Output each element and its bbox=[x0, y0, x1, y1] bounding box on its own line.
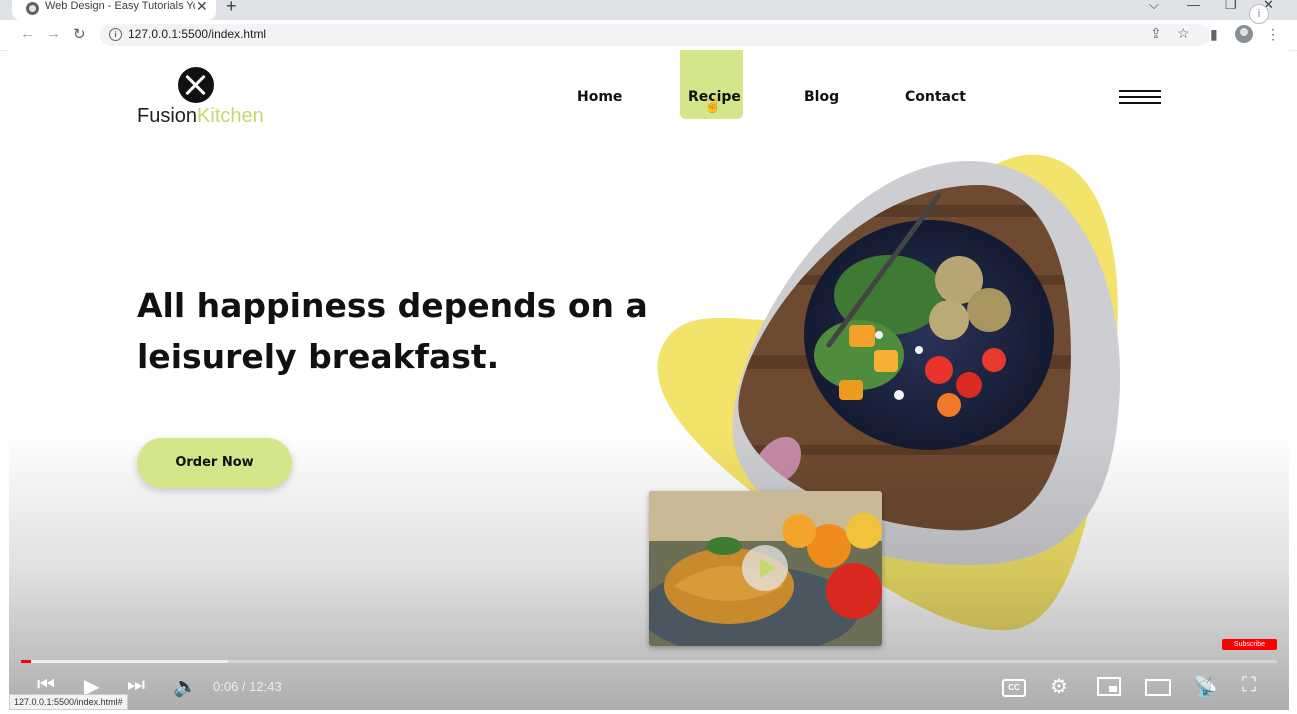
hand-cursor-icon: ☝ bbox=[704, 97, 722, 113]
settings-gear-icon[interactable]: ⚙ bbox=[1050, 674, 1068, 699]
play-icon[interactable] bbox=[742, 545, 788, 591]
status-url: 127.0.0.1:5500/index.html# bbox=[9, 694, 128, 710]
back-icon[interactable]: ← bbox=[20, 25, 35, 42]
share-icon[interactable]: ⇪ bbox=[1150, 25, 1162, 42]
subscribe-watermark[interactable]: Subscribe bbox=[1222, 639, 1277, 650]
browser-toolbar: ← → ↻ i 127.0.0.1:5500/index.html ⇪ ☆ ▮ … bbox=[0, 20, 1297, 51]
volume-icon[interactable]: 🔈 bbox=[173, 674, 198, 699]
url-text[interactable]: 127.0.0.1:5500/index.html bbox=[128, 27, 266, 41]
tab-search-icon[interactable]: ⌵ bbox=[1149, 0, 1159, 13]
side-panel-icon[interactable]: ▮ bbox=[1210, 26, 1218, 43]
forward-icon[interactable]: → bbox=[46, 25, 61, 42]
nav-blog[interactable]: Blog bbox=[804, 89, 839, 105]
time-display: 0:06 / 12:43 bbox=[213, 679, 282, 694]
logo[interactable]: FusionKitchen bbox=[137, 65, 267, 130]
tab-title: Web Design - Easy Tutorials YouT bbox=[45, 0, 195, 12]
miniplayer-icon[interactable] bbox=[1097, 677, 1121, 696]
nav-contact[interactable]: Contact bbox=[905, 89, 966, 105]
website-viewport: FusionKitchen Home Recipe Blog Contact A… bbox=[9, 50, 1289, 710]
progress-bar[interactable] bbox=[21, 660, 1277, 663]
fullscreen-icon[interactable]: ⛶ bbox=[1242, 674, 1256, 697]
hero-headline: All happiness depends on a leisurely bre… bbox=[137, 286, 648, 376]
progress-played bbox=[21, 660, 32, 663]
cast-icon[interactable]: 📡 bbox=[1193, 674, 1218, 699]
order-now-button[interactable]: Order Now bbox=[137, 438, 292, 488]
close-tab-icon[interactable]: ✕ bbox=[196, 0, 208, 15]
bookmark-star-icon[interactable]: ☆ bbox=[1177, 25, 1190, 42]
site-info-icon[interactable]: i bbox=[109, 28, 122, 41]
restore-icon[interactable]: ❐ bbox=[1225, 0, 1237, 13]
captions-icon[interactable]: CC bbox=[1002, 679, 1026, 697]
globe-icon bbox=[26, 2, 39, 15]
reload-icon[interactable]: ↻ bbox=[73, 25, 86, 43]
fork-knife-icon bbox=[178, 67, 214, 103]
progress-loaded bbox=[21, 660, 229, 663]
minimize-icon[interactable]: — bbox=[1187, 0, 1200, 12]
hamburger-menu-icon[interactable] bbox=[1119, 90, 1161, 106]
logo-text: FusionKitchen bbox=[137, 105, 264, 127]
menu-dots-icon[interactable]: ⋮ bbox=[1266, 26, 1280, 43]
nav-home[interactable]: Home bbox=[577, 89, 622, 105]
profile-avatar[interactable] bbox=[1235, 25, 1253, 43]
video-thumbnail[interactable] bbox=[649, 491, 882, 646]
video-info-icon[interactable]: i bbox=[1249, 4, 1269, 24]
new-tab-button[interactable]: + bbox=[226, 0, 237, 17]
address-bar[interactable]: i 127.0.0.1:5500/index.html ⇪ ☆ bbox=[100, 24, 1210, 46]
theater-mode-icon[interactable] bbox=[1145, 679, 1171, 696]
next-icon[interactable]: ⏭ bbox=[127, 674, 145, 697]
browser-tab[interactable]: Web Design - Easy Tutorials YouT ✕ bbox=[12, 0, 216, 20]
tab-strip: Web Design - Easy Tutorials YouT ✕ + ⌵ —… bbox=[0, 0, 1297, 20]
